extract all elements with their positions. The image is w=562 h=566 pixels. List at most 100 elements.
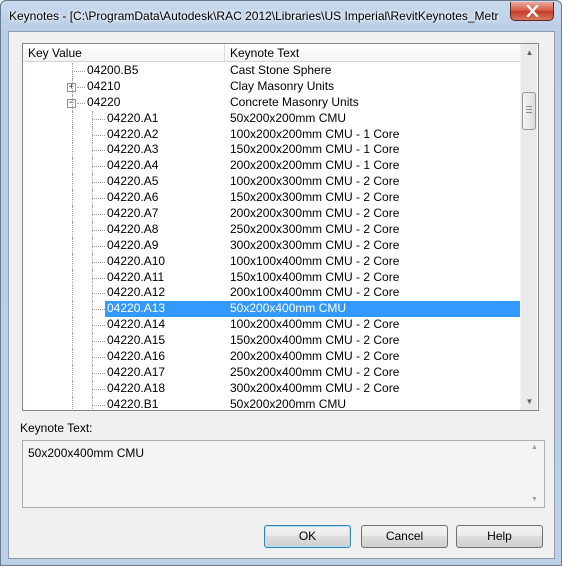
tree-connector <box>92 182 105 184</box>
tree-connector <box>92 126 93 143</box>
key-value-cell: 04220.A15 <box>107 333 166 348</box>
key-value-cell: 04220.A17 <box>107 364 166 379</box>
tree-row[interactable]: 04220.A10 100x100x400mm CMU - 2 Core <box>23 253 520 270</box>
tree-connector <box>92 404 105 406</box>
tree-row[interactable]: −04220 Concrete Masonry Units <box>23 94 520 111</box>
tree-row[interactable]: 04200.B5 Cast Stone Sphere <box>23 63 520 79</box>
key-value-cell: 04220.A4 <box>107 158 159 173</box>
close-button[interactable] <box>510 2 554 21</box>
keynote-text-cell: 150x200x200mm CMU - 1 Core <box>230 142 400 157</box>
tree-connector <box>72 71 85 72</box>
tree-connector <box>92 301 93 318</box>
tree-row[interactable]: 04220.A11 150x100x400mm CMU - 2 Core <box>23 269 520 286</box>
scroll-up-button[interactable]: ▲ <box>521 44 538 61</box>
keynote-text-cell: 250x200x400mm CMU - 2 Core <box>230 364 400 379</box>
tree-connector <box>92 118 105 120</box>
tree-row[interactable]: 04220.A1 50x200x200mm CMU <box>23 110 520 127</box>
dialog-body: Key Value Keynote Text 04200.B5 Cast Ston… <box>8 31 555 559</box>
tree-connector <box>72 94 73 111</box>
tree-connector <box>92 150 105 152</box>
tree-connector <box>72 158 73 175</box>
keynote-text-field[interactable]: 50x200x400mm CMU ▲ ▼ <box>22 440 545 508</box>
tree-row[interactable]: 04220.A18 300x200x400mm CMU - 2 Core <box>23 380 520 397</box>
tree-connector <box>92 198 105 200</box>
key-value-cell: 04220.A12 <box>107 285 166 300</box>
window-title: Keynotes - [C:\ProgramData\Autodesk\RAC … <box>9 9 499 23</box>
chevron-up-icon: ▲ <box>525 48 534 57</box>
tree-connector <box>92 357 105 359</box>
tree-connector <box>92 396 93 410</box>
tree-connector <box>92 174 93 191</box>
tree-connector <box>92 325 105 327</box>
tree-row[interactable]: 04220.A4 200x200x200mm CMU - 1 Core <box>23 158 520 175</box>
tree-connector <box>92 214 105 216</box>
tree-connector <box>92 253 93 270</box>
scroll-thumb[interactable] <box>522 92 536 130</box>
tree-connector <box>92 245 105 247</box>
tree-connector <box>92 364 93 381</box>
key-value-cell: 04220.A8 <box>107 221 159 236</box>
title-bar[interactable]: Keynotes - [C:\ProgramData\Autodesk\RAC … <box>1 1 562 31</box>
tree-connector <box>72 301 73 318</box>
scroll-down-button[interactable]: ▼ <box>521 393 538 410</box>
keynote-text-label: Keynote Text: <box>20 421 93 435</box>
tree-vertical-scrollbar[interactable]: ▲ ▼ <box>520 44 537 410</box>
tree-connector <box>92 269 93 286</box>
key-value-cell: 04220.A7 <box>107 206 159 221</box>
keynote-text-cell: Concrete Masonry Units <box>230 94 359 109</box>
keynote-tree[interactable]: Key Value Keynote Text 04200.B5 Cast Ston… <box>22 43 539 411</box>
tree-row[interactable]: 04220.A7 200x200x300mm CMU - 2 Core <box>23 206 520 223</box>
column-header-key-value[interactable]: Key Value <box>28 46 82 60</box>
tree-row[interactable]: 04220.A14 100x200x400mm CMU - 2 Core <box>23 317 520 334</box>
keynote-text-cell: 100x200x200mm CMU - 1 Core <box>230 126 400 141</box>
tree-connector <box>72 237 73 254</box>
tree-connector <box>92 349 93 366</box>
tree-row[interactable]: 04220.A6 150x200x300mm CMU - 2 Core <box>23 190 520 207</box>
key-value-cell: 04220.A16 <box>107 349 166 364</box>
ok-button[interactable]: OK <box>264 525 351 548</box>
tree-row[interactable]: 04220.A9 300x200x300mm CMU - 2 Core <box>23 237 520 254</box>
close-icon <box>526 5 539 17</box>
tree-connector <box>92 317 93 334</box>
keynote-text-cell: 200x200x200mm CMU - 1 Core <box>230 158 400 173</box>
keynote-text-cell: 200x200x400mm CMU - 2 Core <box>230 349 400 364</box>
key-value-cell: 04220.A11 <box>107 269 165 284</box>
tree-row[interactable]: 04220.A16 200x200x400mm CMU - 2 Core <box>23 349 520 366</box>
keynote-text-cell: Clay Masonry Units <box>230 78 335 93</box>
key-value-cell: 04220.A6 <box>107 190 159 205</box>
tree-connector <box>72 253 73 270</box>
tree-row[interactable]: 04220.A3 150x200x200mm CMU - 1 Core <box>23 142 520 159</box>
tree-connector <box>92 237 93 254</box>
tree-row[interactable]: 04220.A12 200x100x400mm CMU - 2 Core <box>23 285 520 302</box>
tree-row[interactable]: 04220.B1 50x200x200mm CMU <box>23 396 520 410</box>
help-button[interactable]: Help <box>456 525 543 548</box>
tree-connector <box>72 396 73 410</box>
keynote-text-cell: 100x200x400mm CMU - 2 Core <box>230 317 400 332</box>
tree-row[interactable]: 04220.A5 100x200x300mm CMU - 2 Core <box>23 174 520 191</box>
tree-connector <box>92 341 105 343</box>
tree-connector <box>92 158 93 175</box>
keynote-text-cell: 150x200x400mm CMU - 2 Core <box>230 333 400 348</box>
tree-connector <box>92 372 105 374</box>
tree-row[interactable]: 04220.A13 50x200x400mm CMU <box>23 301 520 318</box>
tree-connector <box>92 134 105 136</box>
tree-connector <box>92 229 105 231</box>
tree-row[interactable]: +04210 Clay Masonry Units <box>23 78 520 95</box>
tree-connector <box>92 142 93 159</box>
keynote-text-cell: 100x200x300mm CMU - 2 Core <box>230 174 400 189</box>
key-value-cell: 04220.B1 <box>107 396 159 410</box>
tree-row[interactable]: 04220.A8 250x200x300mm CMU - 2 Core <box>23 221 520 238</box>
keynote-text-scrollbar[interactable]: ▲ ▼ <box>527 441 544 507</box>
tree-row[interactable]: 04220.A2 100x200x200mm CMU - 1 Core <box>23 126 520 143</box>
keynote-text-cell: 200x100x400mm CMU - 2 Core <box>230 285 400 300</box>
column-divider[interactable] <box>224 44 225 61</box>
tree-row[interactable]: 04220.A17 250x200x400mm CMU - 2 Core <box>23 364 520 381</box>
tree-row[interactable]: 04220.A15 150x200x400mm CMU - 2 Core <box>23 333 520 350</box>
tree-connector <box>92 333 93 350</box>
tree-connector <box>72 364 73 381</box>
cancel-button[interactable]: Cancel <box>361 525 448 548</box>
column-header-keynote-text[interactable]: Keynote Text <box>230 46 299 60</box>
tree-connector <box>92 388 105 390</box>
tree-connector <box>92 221 93 238</box>
key-value-cell: 04220.A3 <box>107 142 159 157</box>
